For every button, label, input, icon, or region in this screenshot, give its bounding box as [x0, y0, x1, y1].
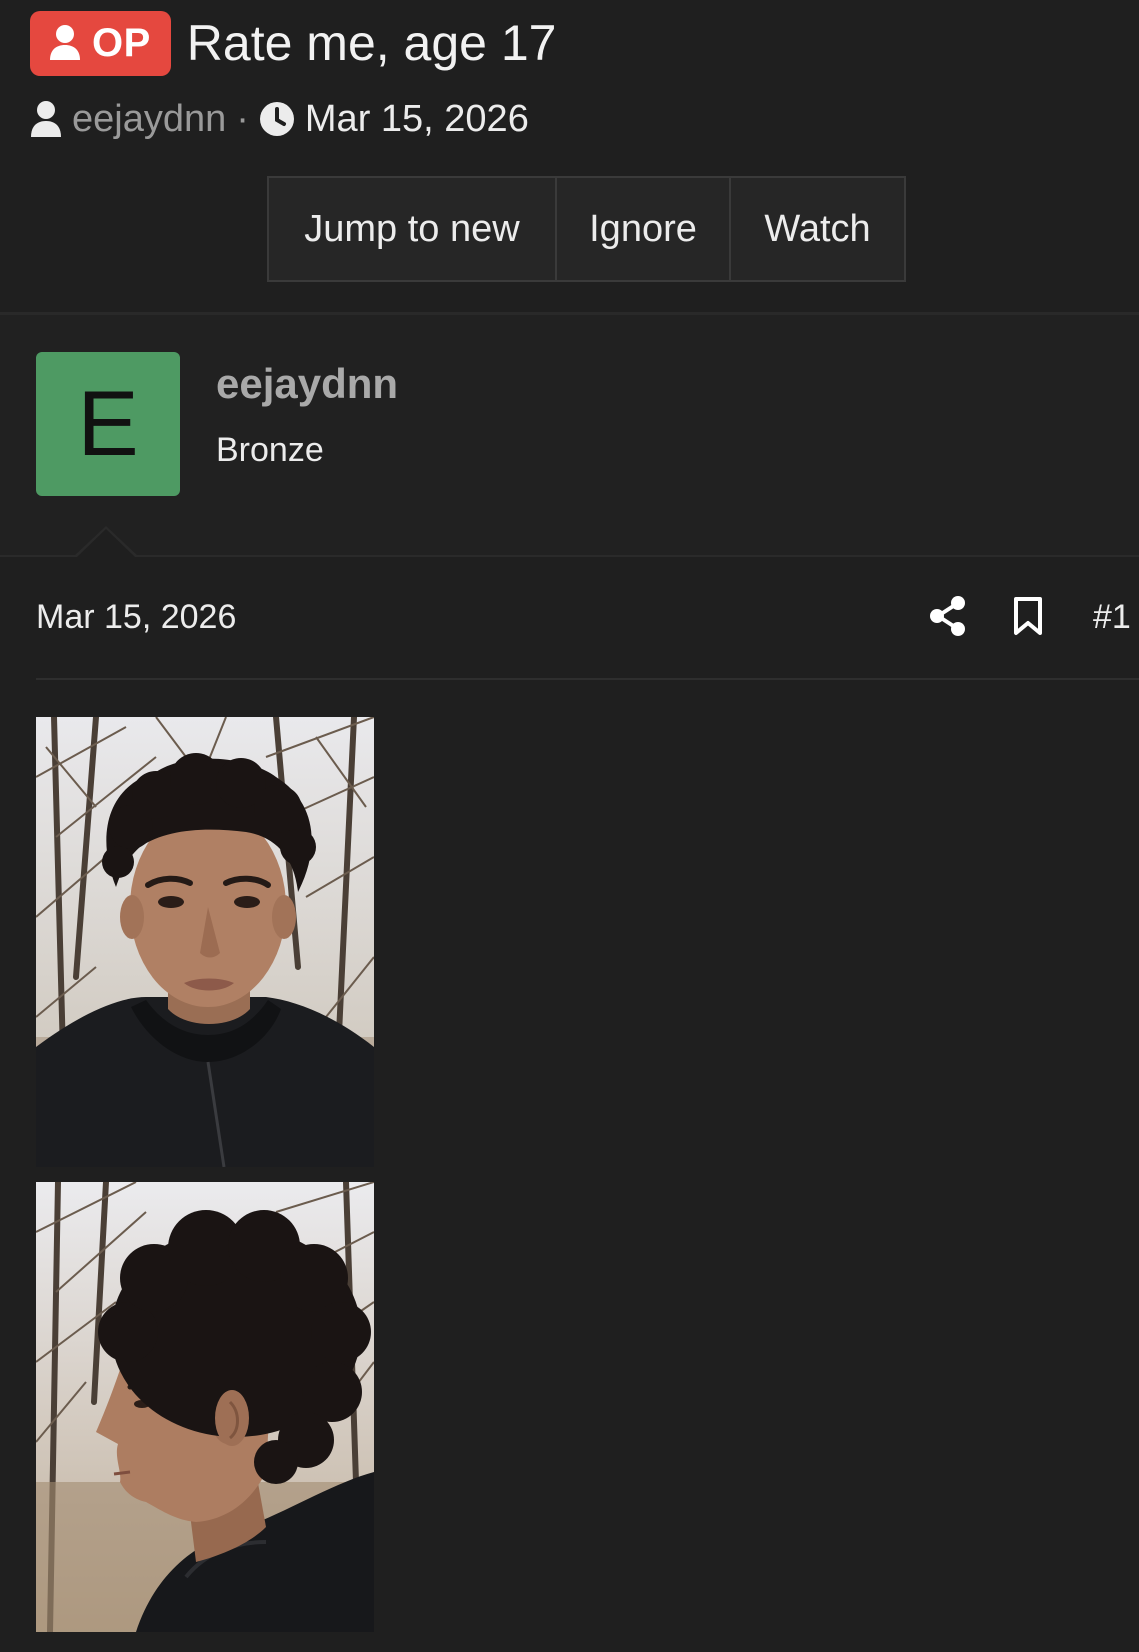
share-icon[interactable]	[929, 596, 967, 641]
thread-meta: eejaydnn · Mar 15, 2026	[30, 92, 529, 146]
user-icon	[48, 24, 82, 62]
thread-actions: Jump to new Ignore Watch	[267, 176, 906, 282]
attachment-photo-front[interactable]	[36, 717, 374, 1167]
author-panel-arrow-fill	[77, 529, 135, 557]
op-badge-label: OP	[92, 20, 151, 65]
thread-author-link[interactable]: eejaydnn	[72, 98, 226, 141]
op-badge: OP	[30, 10, 171, 76]
thread-title: Rate me, age 17	[186, 15, 557, 71]
meta-separator: ·	[236, 97, 249, 140]
watch-button[interactable]: Watch	[731, 176, 906, 282]
author-panel-divider	[0, 555, 1139, 557]
post-date[interactable]: Mar 15, 2026	[36, 598, 236, 637]
bookmark-icon[interactable]	[1012, 596, 1044, 641]
post-author-name[interactable]: eejaydnn	[216, 360, 398, 408]
attachment-photo-profile[interactable]	[36, 1182, 374, 1632]
thread-title-row: OP Rate me, age 17	[30, 10, 556, 76]
thread-date[interactable]: Mar 15, 2026	[305, 98, 529, 141]
clock-icon	[259, 101, 295, 137]
avatar[interactable]: E	[36, 352, 180, 496]
user-icon	[30, 100, 62, 138]
post-header: Mar 15, 2026 #1	[36, 590, 1139, 646]
jump-to-new-button[interactable]: Jump to new	[267, 176, 557, 282]
post-number-link[interactable]: #1	[1093, 598, 1131, 637]
post-divider	[36, 678, 1139, 680]
thread-page: OP Rate me, age 17 eejaydnn · Mar 15, 20…	[0, 0, 1139, 1652]
post-author-panel: E eejaydnn Bronze	[0, 315, 1139, 556]
post-author-rank: Bronze	[216, 431, 324, 469]
ignore-button[interactable]: Ignore	[557, 176, 731, 282]
